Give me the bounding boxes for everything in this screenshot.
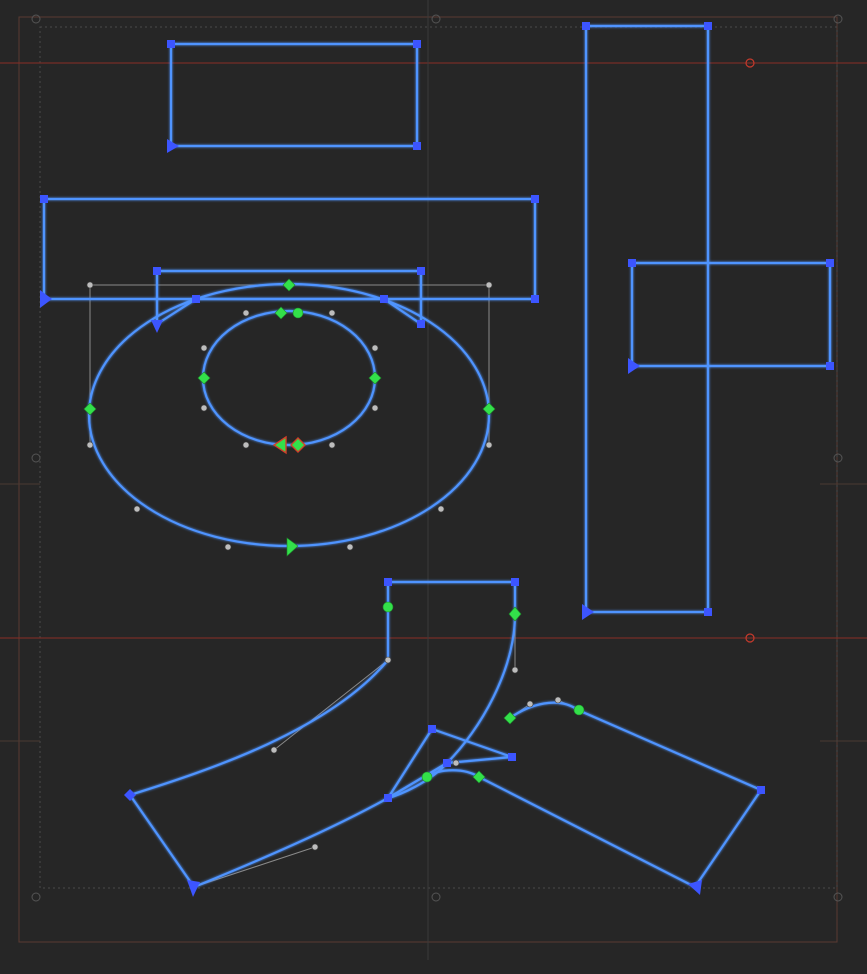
corner-node-icon	[153, 267, 161, 275]
corner-node-icon	[531, 195, 539, 203]
smooth-node-icon	[83, 402, 97, 416]
corner-node-icon	[531, 295, 539, 303]
corner-node-icon	[413, 142, 421, 150]
selected-smooth-node-icon	[290, 437, 306, 453]
smooth-node-icon	[508, 606, 522, 622]
corner-node-icon	[413, 40, 421, 48]
start-node-icon	[167, 139, 179, 153]
corner-nodes[interactable]	[40, 22, 834, 802]
outer-ring-contour	[87, 282, 491, 548]
corner-node-icon	[443, 759, 451, 767]
side-bar-contour	[630, 261, 832, 368]
margin-box	[39, 26, 838, 889]
smooth-node-icon	[197, 371, 211, 385]
corner-node-icon	[511, 578, 519, 586]
corner-node-icon	[167, 40, 175, 48]
corner-node-icon	[704, 22, 712, 30]
smooth-node-icon	[472, 770, 486, 784]
right-stroke-contour	[426, 701, 763, 889]
smooth-node-icon	[274, 306, 288, 320]
corner-node-icon	[628, 259, 636, 267]
corner-node-icon	[704, 608, 712, 616]
corner-node-icon	[757, 786, 765, 794]
glyph-canvas[interactable]	[0, 0, 867, 974]
glyph-outlines[interactable]	[42, 24, 832, 889]
smooth-node-icon	[382, 601, 394, 613]
bezier-handles[interactable]	[86, 281, 562, 851]
corner-node-icon	[417, 320, 425, 328]
top-bar-contour	[169, 42, 419, 148]
smooth-node-icon	[573, 704, 585, 716]
inner-ring-contour	[201, 309, 377, 447]
smooth-node-icon	[421, 771, 433, 783]
corner-node-icon	[826, 259, 834, 267]
start-nodes[interactable]	[40, 139, 702, 897]
corner-node-icon	[380, 295, 388, 303]
smooth-node-icon	[286, 537, 299, 557]
guides	[0, 0, 867, 960]
corner-node-icon	[428, 725, 436, 733]
corner-node-icon	[384, 794, 392, 802]
vertical-stem-contour	[584, 24, 710, 614]
selected-start-node-icon	[272, 435, 287, 455]
start-node-icon	[151, 320, 163, 333]
smooth-node-icon	[282, 278, 296, 292]
corner-node-icon	[384, 578, 392, 586]
corner-node-icon	[826, 362, 834, 370]
corner-node-icon	[417, 267, 425, 275]
start-node-icon	[40, 290, 52, 308]
corner-node-icon	[40, 195, 48, 203]
left-stroke-contour	[128, 580, 517, 889]
start-node-icon	[628, 358, 640, 374]
smooth-node-icon	[503, 711, 517, 725]
corner-node-icon	[508, 753, 516, 761]
corner-node-icon	[582, 22, 590, 30]
start-node-icon	[582, 604, 594, 620]
glyph-svg[interactable]	[0, 0, 867, 974]
smooth-node-icon	[292, 307, 304, 319]
handle-lines	[89, 284, 579, 888]
smooth-node-icon	[368, 371, 382, 385]
corner-node-icon	[192, 295, 200, 303]
start-node-icon	[688, 880, 702, 895]
smooth-node-icon	[482, 402, 496, 416]
